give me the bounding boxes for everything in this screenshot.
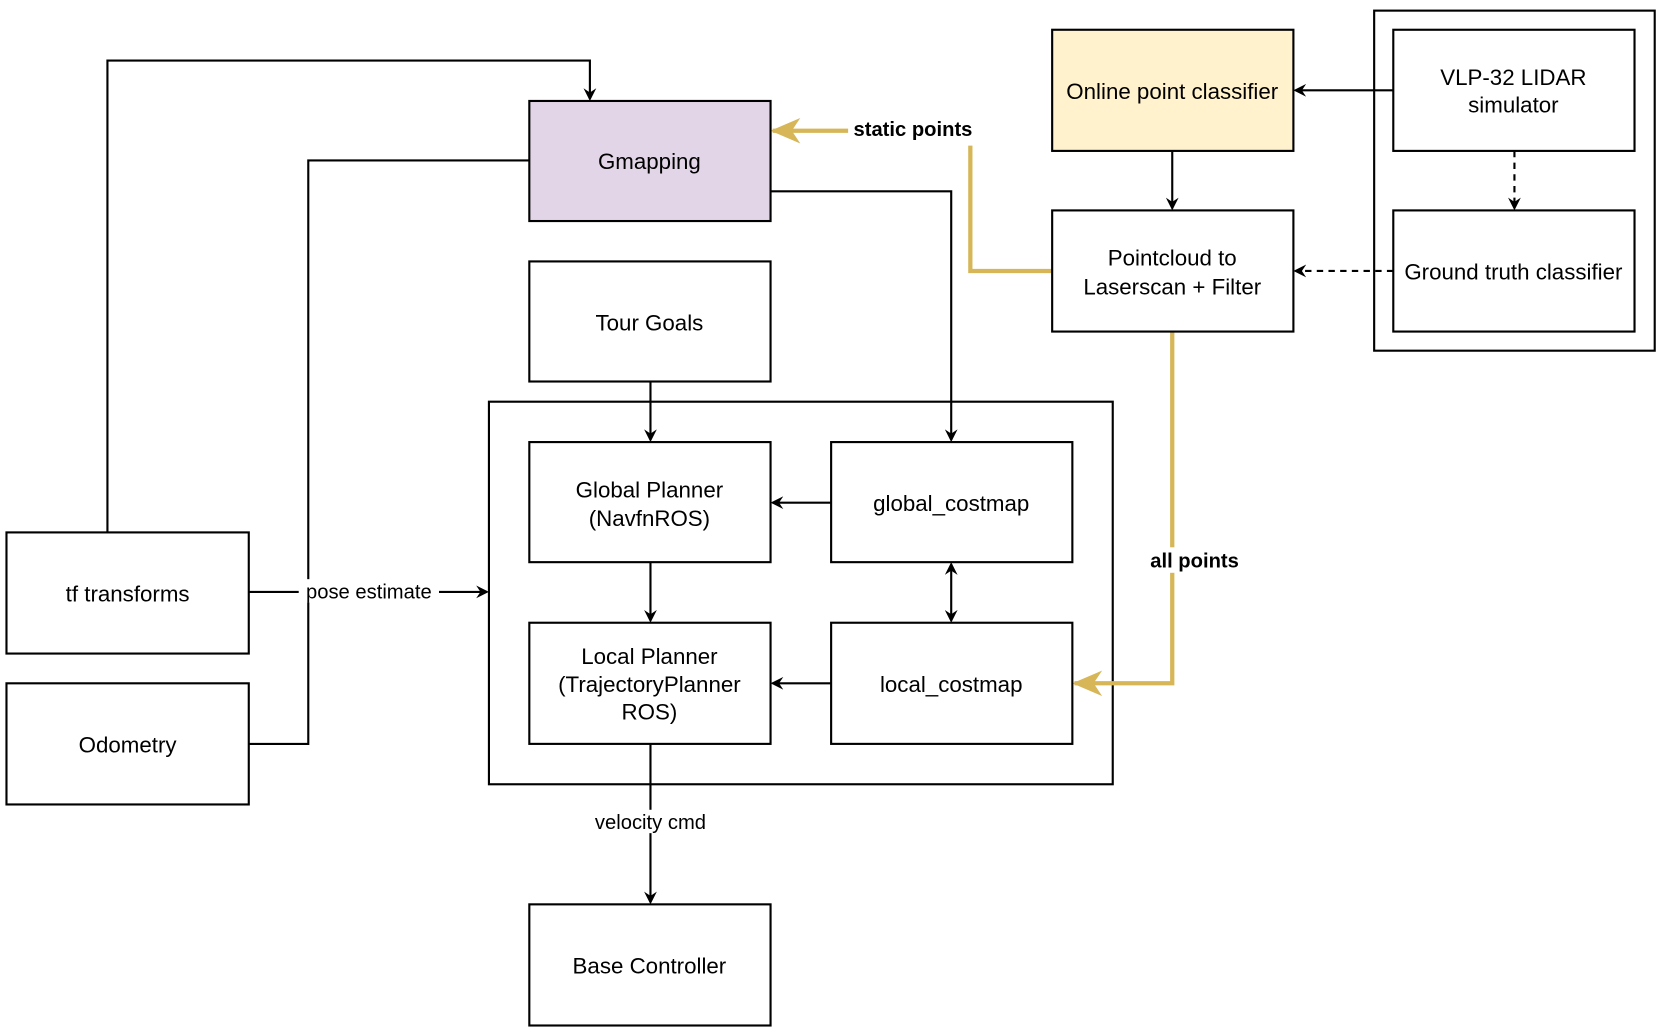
label-all-points: all points bbox=[1150, 550, 1239, 572]
label-velocity-cmd: velocity cmd bbox=[595, 812, 706, 834]
node-label: Laserscan + Filter bbox=[1083, 274, 1261, 299]
node-local-planner[interactable]: Local Planner (TrajectoryPlanner ROS) bbox=[528, 621, 772, 745]
node-pointcloud[interactable]: Pointcloud to Laserscan + Filter bbox=[1051, 209, 1295, 333]
node-label: tf transforms bbox=[66, 581, 190, 606]
node-label: simulator bbox=[1468, 93, 1559, 118]
node-label: Gmapping bbox=[598, 149, 701, 174]
node-vlp-lidar[interactable]: VLP-32 LIDAR simulator bbox=[1392, 28, 1636, 152]
node-label: (NavfnROS) bbox=[589, 506, 710, 531]
node-label: Online point classifier bbox=[1066, 79, 1278, 104]
node-ground-truth[interactable]: Ground truth classifier bbox=[1392, 209, 1636, 333]
node-label: ROS) bbox=[622, 699, 678, 724]
node-label: global_costmap bbox=[873, 491, 1029, 516]
node-tour-goals[interactable]: Tour Goals bbox=[528, 260, 772, 383]
node-online-classifier[interactable]: Online point classifier bbox=[1051, 28, 1295, 152]
node-global-costmap[interactable]: global_costmap bbox=[830, 441, 1074, 564]
node-local-costmap[interactable]: local_costmap bbox=[830, 621, 1074, 745]
edge-static-points bbox=[968, 145, 1053, 274]
node-label: Local Planner bbox=[581, 644, 718, 669]
node-label: Ground truth classifier bbox=[1404, 259, 1623, 284]
edge-odometry-to-gmapping bbox=[248, 159, 530, 745]
node-label: VLP-32 LIDAR bbox=[1440, 65, 1586, 90]
node-label: Global Planner bbox=[576, 477, 724, 502]
diagram-canvas: pose estimate velocity cmd static points… bbox=[5, 9, 1656, 1027]
node-label: Base Controller bbox=[573, 953, 727, 978]
node-global-planner[interactable]: Global Planner (NavfnROS) bbox=[528, 441, 772, 564]
label-static-points: static points bbox=[853, 119, 972, 141]
node-label: local_costmap bbox=[880, 672, 1023, 697]
node-label: (TrajectoryPlanner bbox=[558, 672, 741, 697]
node-base-controller[interactable]: Base Controller bbox=[528, 903, 772, 1027]
node-label: Tour Goals bbox=[595, 310, 703, 335]
node-odometry[interactable]: Odometry bbox=[5, 682, 250, 806]
node-label: Pointcloud to bbox=[1108, 246, 1237, 271]
node-label: Odometry bbox=[79, 732, 178, 757]
node-tf-transforms[interactable]: tf transforms bbox=[5, 531, 250, 655]
node-gmapping[interactable]: Gmapping bbox=[528, 99, 772, 223]
label-pose-estimate: pose estimate bbox=[306, 581, 432, 603]
